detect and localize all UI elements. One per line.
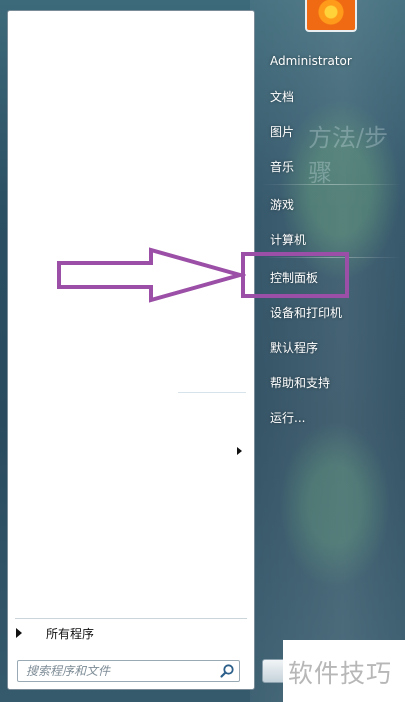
right-item-help-support[interactable]: 帮助和支持 [262, 369, 400, 395]
annotation-highlight-box [241, 252, 349, 298]
right-item-music[interactable]: 音乐 [262, 153, 400, 179]
user-name-label: Administrator [270, 54, 352, 68]
start-menu-left-pane [7, 10, 255, 690]
annotation-arrow-icon [57, 247, 246, 303]
right-item-devices-printers[interactable]: 设备和打印机 [262, 299, 400, 325]
search-input[interactable] [24, 661, 219, 681]
watermark-text: 软件技巧 [288, 659, 393, 688]
user-name-link[interactable]: Administrator [262, 48, 400, 74]
all-programs-label: 所有程序 [46, 626, 95, 641]
right-item-default-programs[interactable]: 默认程序 [262, 334, 400, 360]
right-item-computer[interactable]: 计算机 [262, 226, 400, 252]
search-icon[interactable] [219, 663, 235, 679]
left-pane-divider [178, 392, 246, 393]
music-label: 音乐 [270, 159, 295, 174]
expand-arrow-icon [16, 628, 22, 638]
right-item-pictures[interactable]: 图片 [262, 118, 400, 144]
documents-label: 文档 [270, 89, 295, 104]
right-item-run[interactable]: 运行... [262, 404, 400, 430]
right-pane-separator [262, 184, 402, 185]
all-programs-separator [15, 618, 247, 619]
games-label: 游戏 [270, 197, 295, 212]
submenu-arrow-icon[interactable] [237, 447, 242, 455]
all-programs-button[interactable]: 所有程序 [10, 622, 240, 644]
right-item-documents[interactable]: 文档 [262, 83, 400, 109]
devices-printers-label: 设备和打印机 [270, 305, 343, 320]
computer-label: 计算机 [270, 232, 307, 247]
user-picture[interactable] [305, 0, 357, 32]
run-label: 运行... [270, 410, 306, 425]
pictures-label: 图片 [270, 124, 295, 139]
right-item-games[interactable]: 游戏 [262, 191, 400, 217]
search-box[interactable] [17, 660, 240, 682]
help-support-label: 帮助和支持 [270, 375, 331, 390]
default-programs-label: 默认程序 [270, 340, 319, 355]
